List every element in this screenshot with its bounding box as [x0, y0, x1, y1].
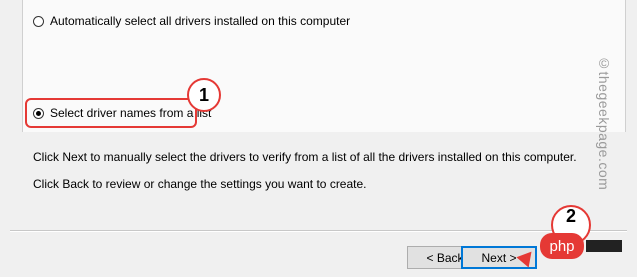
divider-highlight — [10, 231, 627, 232]
radio-auto-select[interactable]: Automatically select all drivers install… — [33, 14, 350, 28]
php-logo-bar — [586, 240, 622, 252]
radio-button-unchecked[interactable] — [33, 15, 44, 27]
info-text-back: Click Back to review or change the setti… — [33, 177, 367, 191]
watermark: ©thegeekpage.com — [596, 55, 612, 191]
radio-auto-select-label: Automatically select all drivers install… — [50, 14, 351, 28]
info-text-next: Click Next to manually select the driver… — [33, 150, 577, 164]
annotation-highlight-box — [25, 98, 197, 128]
php-logo: php — [540, 233, 584, 259]
step-1-callout: 1 — [187, 78, 221, 112]
